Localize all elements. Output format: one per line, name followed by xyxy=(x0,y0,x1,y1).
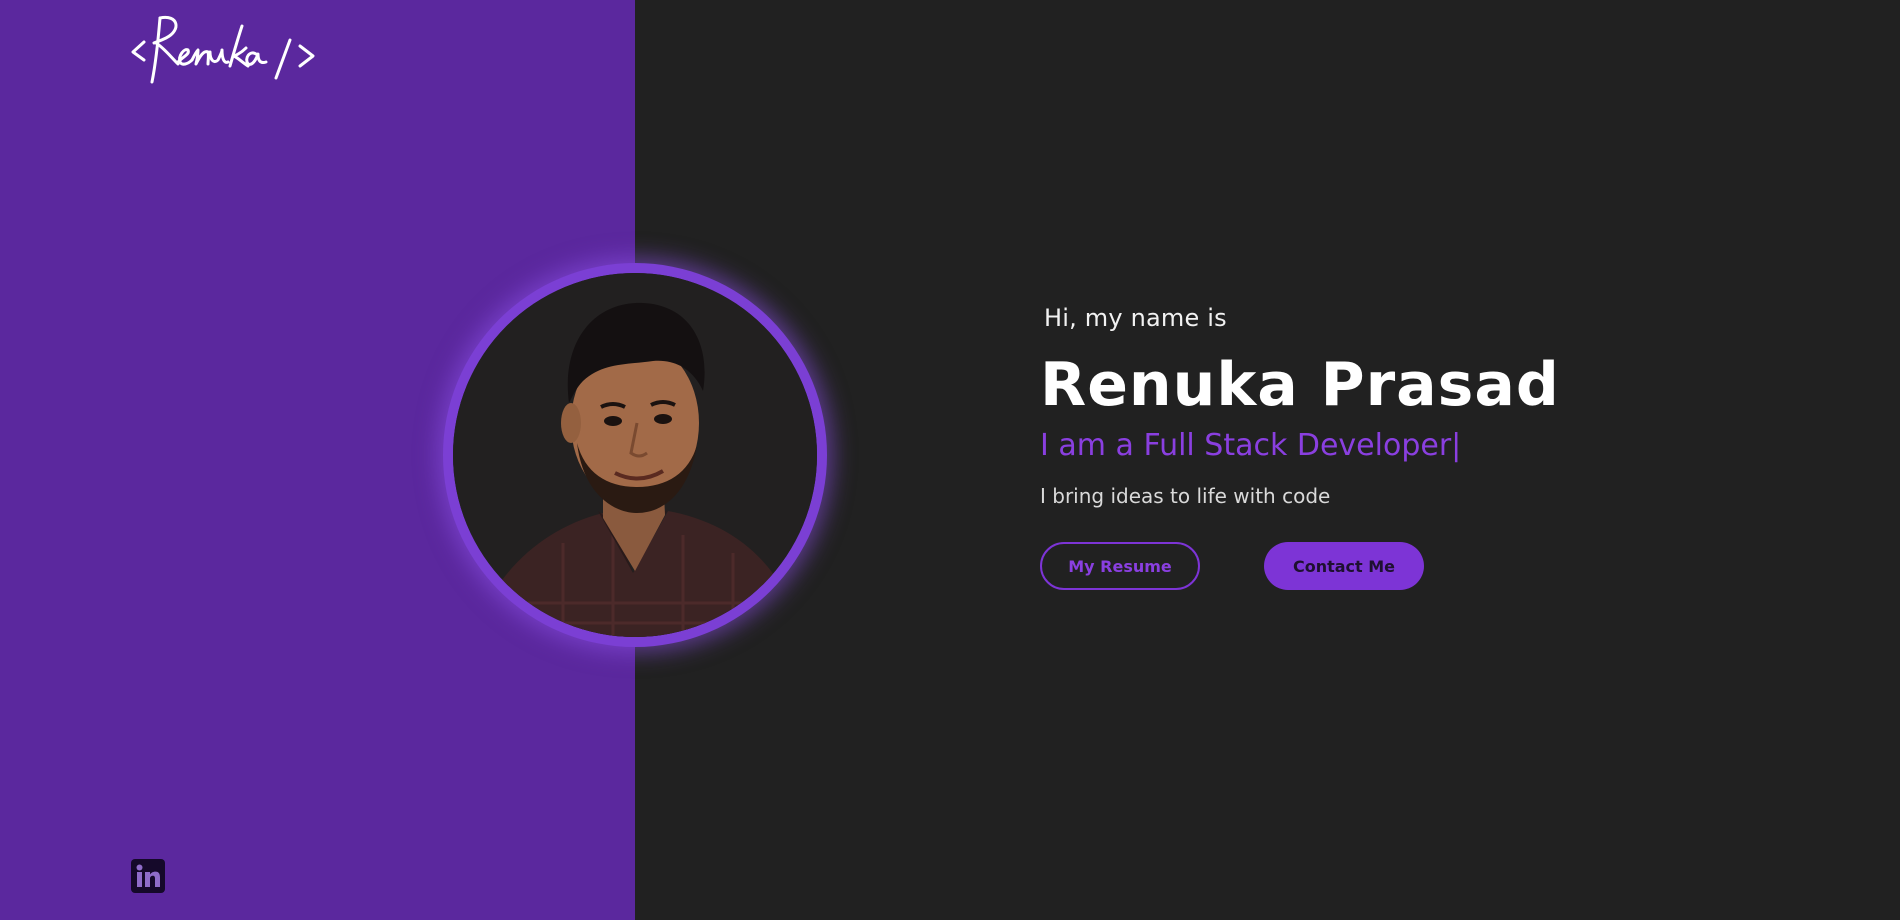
linkedin-icon xyxy=(136,864,160,887)
greeting-text: Hi, my name is xyxy=(1044,304,1227,332)
linkedin-link[interactable] xyxy=(131,859,165,893)
profile-photo-frame xyxy=(443,263,827,647)
portfolio-page: Hi, my name is Renuka Prasad I am a Full… xyxy=(0,0,1900,920)
profile-photo xyxy=(453,273,817,637)
logo-signature-icon xyxy=(131,15,315,84)
logo[interactable] xyxy=(130,12,320,84)
contact-me-button[interactable]: Contact Me xyxy=(1264,542,1424,590)
hero-tagline: I bring ideas to life with code xyxy=(1040,484,1331,508)
hero-name: Renuka Prasad xyxy=(1040,350,1560,420)
person-portrait-icon xyxy=(453,273,817,637)
hero-role-typing-text: I am a Full Stack Developer| xyxy=(1040,428,1462,463)
my-resume-button[interactable]: My Resume xyxy=(1040,542,1200,590)
